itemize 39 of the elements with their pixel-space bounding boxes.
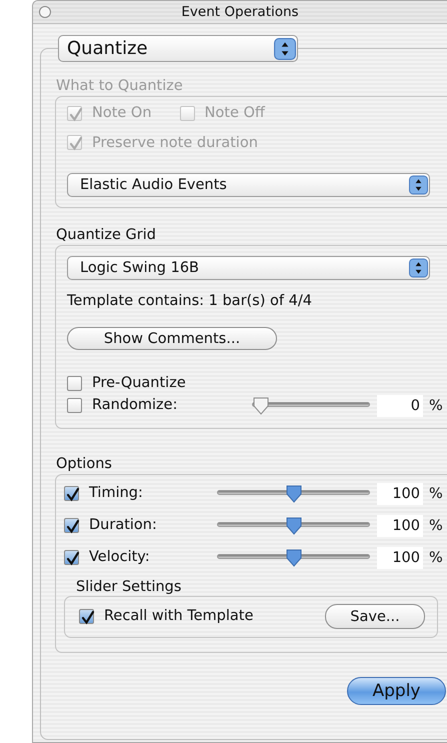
- unit-label: %: [429, 518, 443, 534]
- percent-field[interactable]: 100: [377, 482, 423, 504]
- slider-thumb[interactable]: [252, 396, 270, 414]
- group-title: Slider Settings: [76, 578, 182, 596]
- popup-button[interactable]: Quantize: [58, 35, 298, 62]
- percent-field[interactable]: 100: [377, 546, 423, 568]
- unit-label: %: [429, 398, 443, 414]
- checkbox[interactable]: Velocity:: [64, 546, 150, 568]
- checkbox[interactable]: Duration:: [64, 514, 157, 536]
- checkbox[interactable]: Timing:: [64, 482, 143, 504]
- slider-thumb[interactable]: [284, 516, 302, 534]
- checkmark-icon: [80, 610, 95, 625]
- stepper-arrows-icon: [274, 36, 296, 60]
- checkmark-icon: [68, 136, 83, 151]
- checkmark-icon: [68, 106, 83, 122]
- checkbox[interactable]: Pre-Quantize: [67, 372, 186, 394]
- group-title: Quantize Grid: [56, 226, 157, 244]
- close-button[interactable]: [39, 6, 51, 18]
- stepper-arrows-icon: [409, 175, 428, 195]
- unit-label: %: [429, 486, 443, 502]
- group-title: Options: [56, 454, 113, 472]
- popup-button[interactable]: Logic Swing 16B: [67, 256, 430, 280]
- slider-thumb[interactable]: [284, 484, 302, 502]
- checkbox[interactable]: Recall with Template: [79, 605, 254, 628]
- checkmark-icon: [65, 518, 80, 534]
- percent-field[interactable]: 0: [377, 394, 423, 416]
- slider-thumb[interactable]: [284, 548, 302, 566]
- window-title: Event Operations: [181, 4, 299, 20]
- save-button[interactable]: Save...: [325, 604, 425, 629]
- show-comments-button[interactable]: Show Comments...: [67, 327, 277, 350]
- group-title: What to Quantize: [56, 77, 184, 95]
- percent-field[interactable]: 100: [377, 514, 423, 536]
- checkmark-icon: [65, 486, 80, 502]
- apply-button[interactable]: Apply: [347, 676, 446, 704]
- stepper-arrows-icon: [409, 258, 428, 278]
- checkbox[interactable]: Randomize:: [67, 394, 178, 416]
- checkmark-icon: [65, 550, 80, 566]
- unit-label: %: [429, 550, 443, 566]
- template-info: Template contains: 1 bar(s) of 4/4: [67, 292, 313, 310]
